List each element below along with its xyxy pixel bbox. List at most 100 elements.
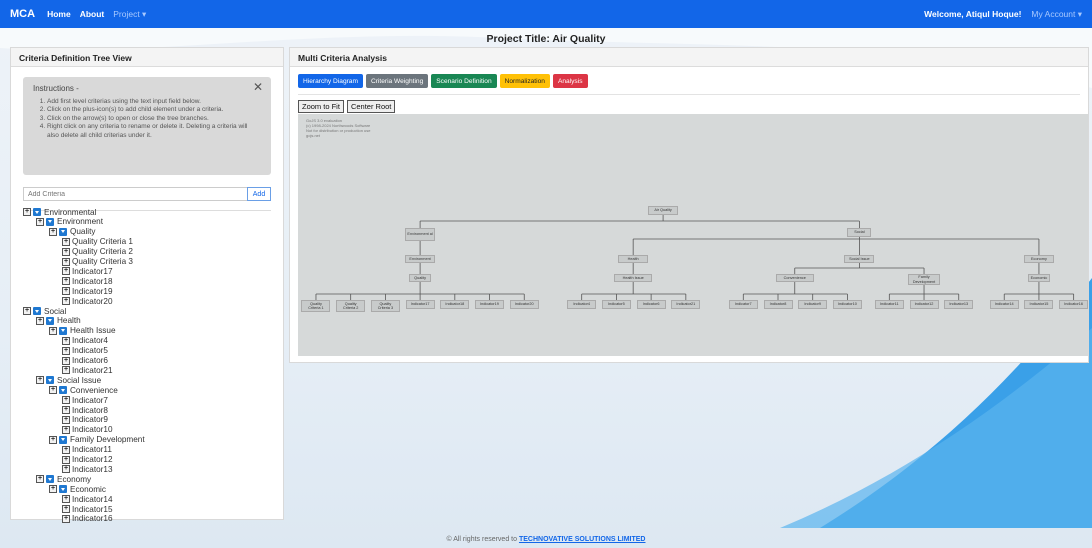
caret-down-icon[interactable] — [59, 326, 67, 335]
diagram-node[interactable]: Social — [847, 228, 872, 237]
add-criteria-button[interactable]: Add — [247, 187, 271, 201]
tree-node[interactable]: + Family Development — [49, 435, 145, 445]
plus-icon[interactable]: + — [36, 316, 44, 325]
diagram-node[interactable]: Indicator19 — [475, 300, 505, 309]
hierarchy-diagram-canvas[interactable]: GoJS 3.0 evaluation (c) 1998-2024 Northw… — [298, 114, 1089, 356]
plus-icon[interactable]: + — [62, 287, 70, 296]
plus-icon[interactable]: + — [36, 376, 44, 385]
tree-node[interactable]: + Indicator7 — [62, 395, 108, 405]
diagram-node[interactable]: Indicator13 — [944, 300, 974, 309]
diagram-node[interactable]: Indicator5 — [601, 300, 631, 309]
diagram-node[interactable]: Indicator21 — [671, 300, 701, 309]
diagram-node[interactable]: Indicator17 — [405, 300, 435, 309]
tree-node[interactable]: + Indicator12 — [62, 455, 113, 465]
tree-node[interactable]: + Indicator11 — [62, 445, 112, 455]
tree-node[interactable]: + Quality Criteria 2 — [62, 247, 133, 257]
caret-down-icon[interactable] — [59, 485, 67, 494]
diagram-node[interactable]: Indicator18 — [440, 300, 470, 309]
tree-node[interactable]: + Indicator21 — [62, 365, 113, 375]
plus-icon[interactable]: + — [62, 247, 70, 256]
caret-down-icon[interactable] — [33, 307, 41, 315]
tree-node[interactable]: + Quality Criteria 1 — [62, 237, 133, 247]
tree-node[interactable]: + Health — [36, 316, 81, 326]
tree-node[interactable]: + Indicator20 — [62, 296, 113, 306]
caret-down-icon[interactable] — [59, 227, 67, 236]
diagram-node[interactable]: Health Issue — [614, 274, 653, 282]
plus-icon[interactable]: + — [49, 386, 57, 395]
plus-icon[interactable]: + — [36, 217, 44, 226]
tree-node[interactable]: + Indicator13 — [62, 464, 113, 474]
diagram-node[interactable]: Indicator4 — [567, 300, 597, 309]
plus-icon[interactable]: + — [62, 406, 70, 414]
tree-node[interactable]: + Quality — [49, 227, 95, 237]
plus-icon[interactable]: + — [62, 465, 70, 474]
diagram-node[interactable]: Indicator15 — [1024, 300, 1054, 309]
plus-icon[interactable]: + — [36, 475, 44, 484]
plus-icon[interactable]: + — [62, 257, 70, 266]
tree-node[interactable]: + Environmental — [23, 207, 96, 217]
tree-node[interactable]: + Indicator14 — [62, 494, 113, 504]
brand-logo[interactable]: MCA — [10, 8, 35, 20]
diagram-node[interactable]: Economy — [1023, 255, 1054, 263]
diagram-node[interactable]: Indicator20 — [509, 300, 539, 309]
my-account-dropdown[interactable]: My Account ▾ — [1031, 9, 1082, 20]
diagram-node[interactable]: Indicator7 — [728, 300, 758, 309]
tab-criteria-weighting[interactable]: Criteria Weighting — [365, 74, 429, 88]
diagram-node[interactable]: Social Issue — [844, 255, 875, 263]
nav-about-link[interactable]: About — [80, 9, 105, 19]
tab-normalization[interactable]: Normalization — [499, 74, 550, 88]
diagram-node[interactable]: Quality Criteria 3 — [370, 300, 400, 312]
plus-icon[interactable]: + — [62, 514, 70, 523]
tree-node[interactable]: + Environment — [36, 217, 103, 227]
diagram-node[interactable]: Health — [618, 255, 649, 263]
plus-icon[interactable]: + — [62, 277, 70, 286]
tree-node[interactable]: + Indicator18 — [62, 276, 113, 286]
tree-node[interactable]: + Economy — [36, 474, 91, 484]
tab-hierarchy-diagram[interactable]: Hierarchy Diagram — [298, 74, 363, 88]
tab-scenario-definition[interactable]: Scenario Definition — [431, 74, 497, 88]
plus-icon[interactable]: + — [62, 366, 70, 375]
diagram-node[interactable]: Indicator8 — [763, 300, 793, 309]
tree-node[interactable]: + Health Issue — [49, 326, 116, 336]
plus-icon[interactable]: + — [49, 227, 57, 236]
tree-node[interactable]: + Indicator15 — [62, 504, 113, 514]
tree-node[interactable]: + Economic — [49, 484, 106, 494]
plus-icon[interactable]: + — [62, 297, 70, 306]
diagram-node[interactable]: Indicator12 — [909, 300, 939, 309]
tree-node[interactable]: + Convenience — [49, 385, 118, 395]
zoom-to-fit-button[interactable]: Zoom to Fit — [298, 100, 344, 113]
caret-down-icon[interactable] — [59, 386, 67, 395]
tree-node[interactable]: + Indicator9 — [62, 415, 108, 425]
plus-icon[interactable]: + — [62, 445, 70, 454]
diagram-node[interactable]: Quality Criteria 2 — [336, 300, 366, 312]
center-root-button[interactable]: Center Root — [346, 100, 396, 113]
plus-icon[interactable]: + — [62, 425, 70, 434]
diagram-node[interactable]: Indicator14 — [989, 300, 1019, 309]
tree-node[interactable]: + Indicator5 — [62, 346, 108, 356]
tree-node[interactable]: + Indicator19 — [62, 286, 113, 296]
plus-icon[interactable]: + — [62, 396, 70, 405]
plus-icon[interactable]: + — [62, 455, 70, 464]
nav-project-dropdown[interactable]: Project ▾ — [113, 9, 146, 20]
footer-company-link[interactable]: TECHNOVATIVE SOLUTIONS LIMITED — [519, 536, 646, 543]
tree-node[interactable]: + Social Issue — [36, 375, 101, 385]
diagram-node[interactable]: Quality Criteria 1 — [301, 300, 331, 312]
tree-node[interactable]: + Indicator16 — [62, 514, 113, 524]
caret-down-icon[interactable] — [33, 208, 41, 216]
diagram-node[interactable]: Indicator6 — [636, 300, 666, 309]
plus-icon[interactable]: + — [23, 307, 31, 315]
caret-down-icon[interactable] — [46, 475, 54, 484]
diagram-node[interactable]: Family Development — [908, 274, 941, 285]
tree-node[interactable]: + Quality Criteria 3 — [62, 257, 133, 267]
plus-icon[interactable]: + — [49, 485, 57, 494]
close-icon[interactable]: ✕ — [253, 81, 263, 92]
diagram-node[interactable]: Environment — [405, 255, 436, 263]
plus-icon[interactable]: + — [62, 356, 70, 365]
plus-icon[interactable]: + — [62, 267, 70, 276]
diagram-node[interactable]: Indicator11 — [874, 300, 904, 309]
tree-node[interactable]: + Indicator10 — [62, 425, 113, 435]
caret-down-icon[interactable] — [46, 376, 54, 385]
plus-icon[interactable]: + — [62, 237, 70, 246]
plus-icon[interactable]: + — [62, 495, 70, 504]
diagram-node[interactable]: Indicator10 — [832, 300, 862, 309]
